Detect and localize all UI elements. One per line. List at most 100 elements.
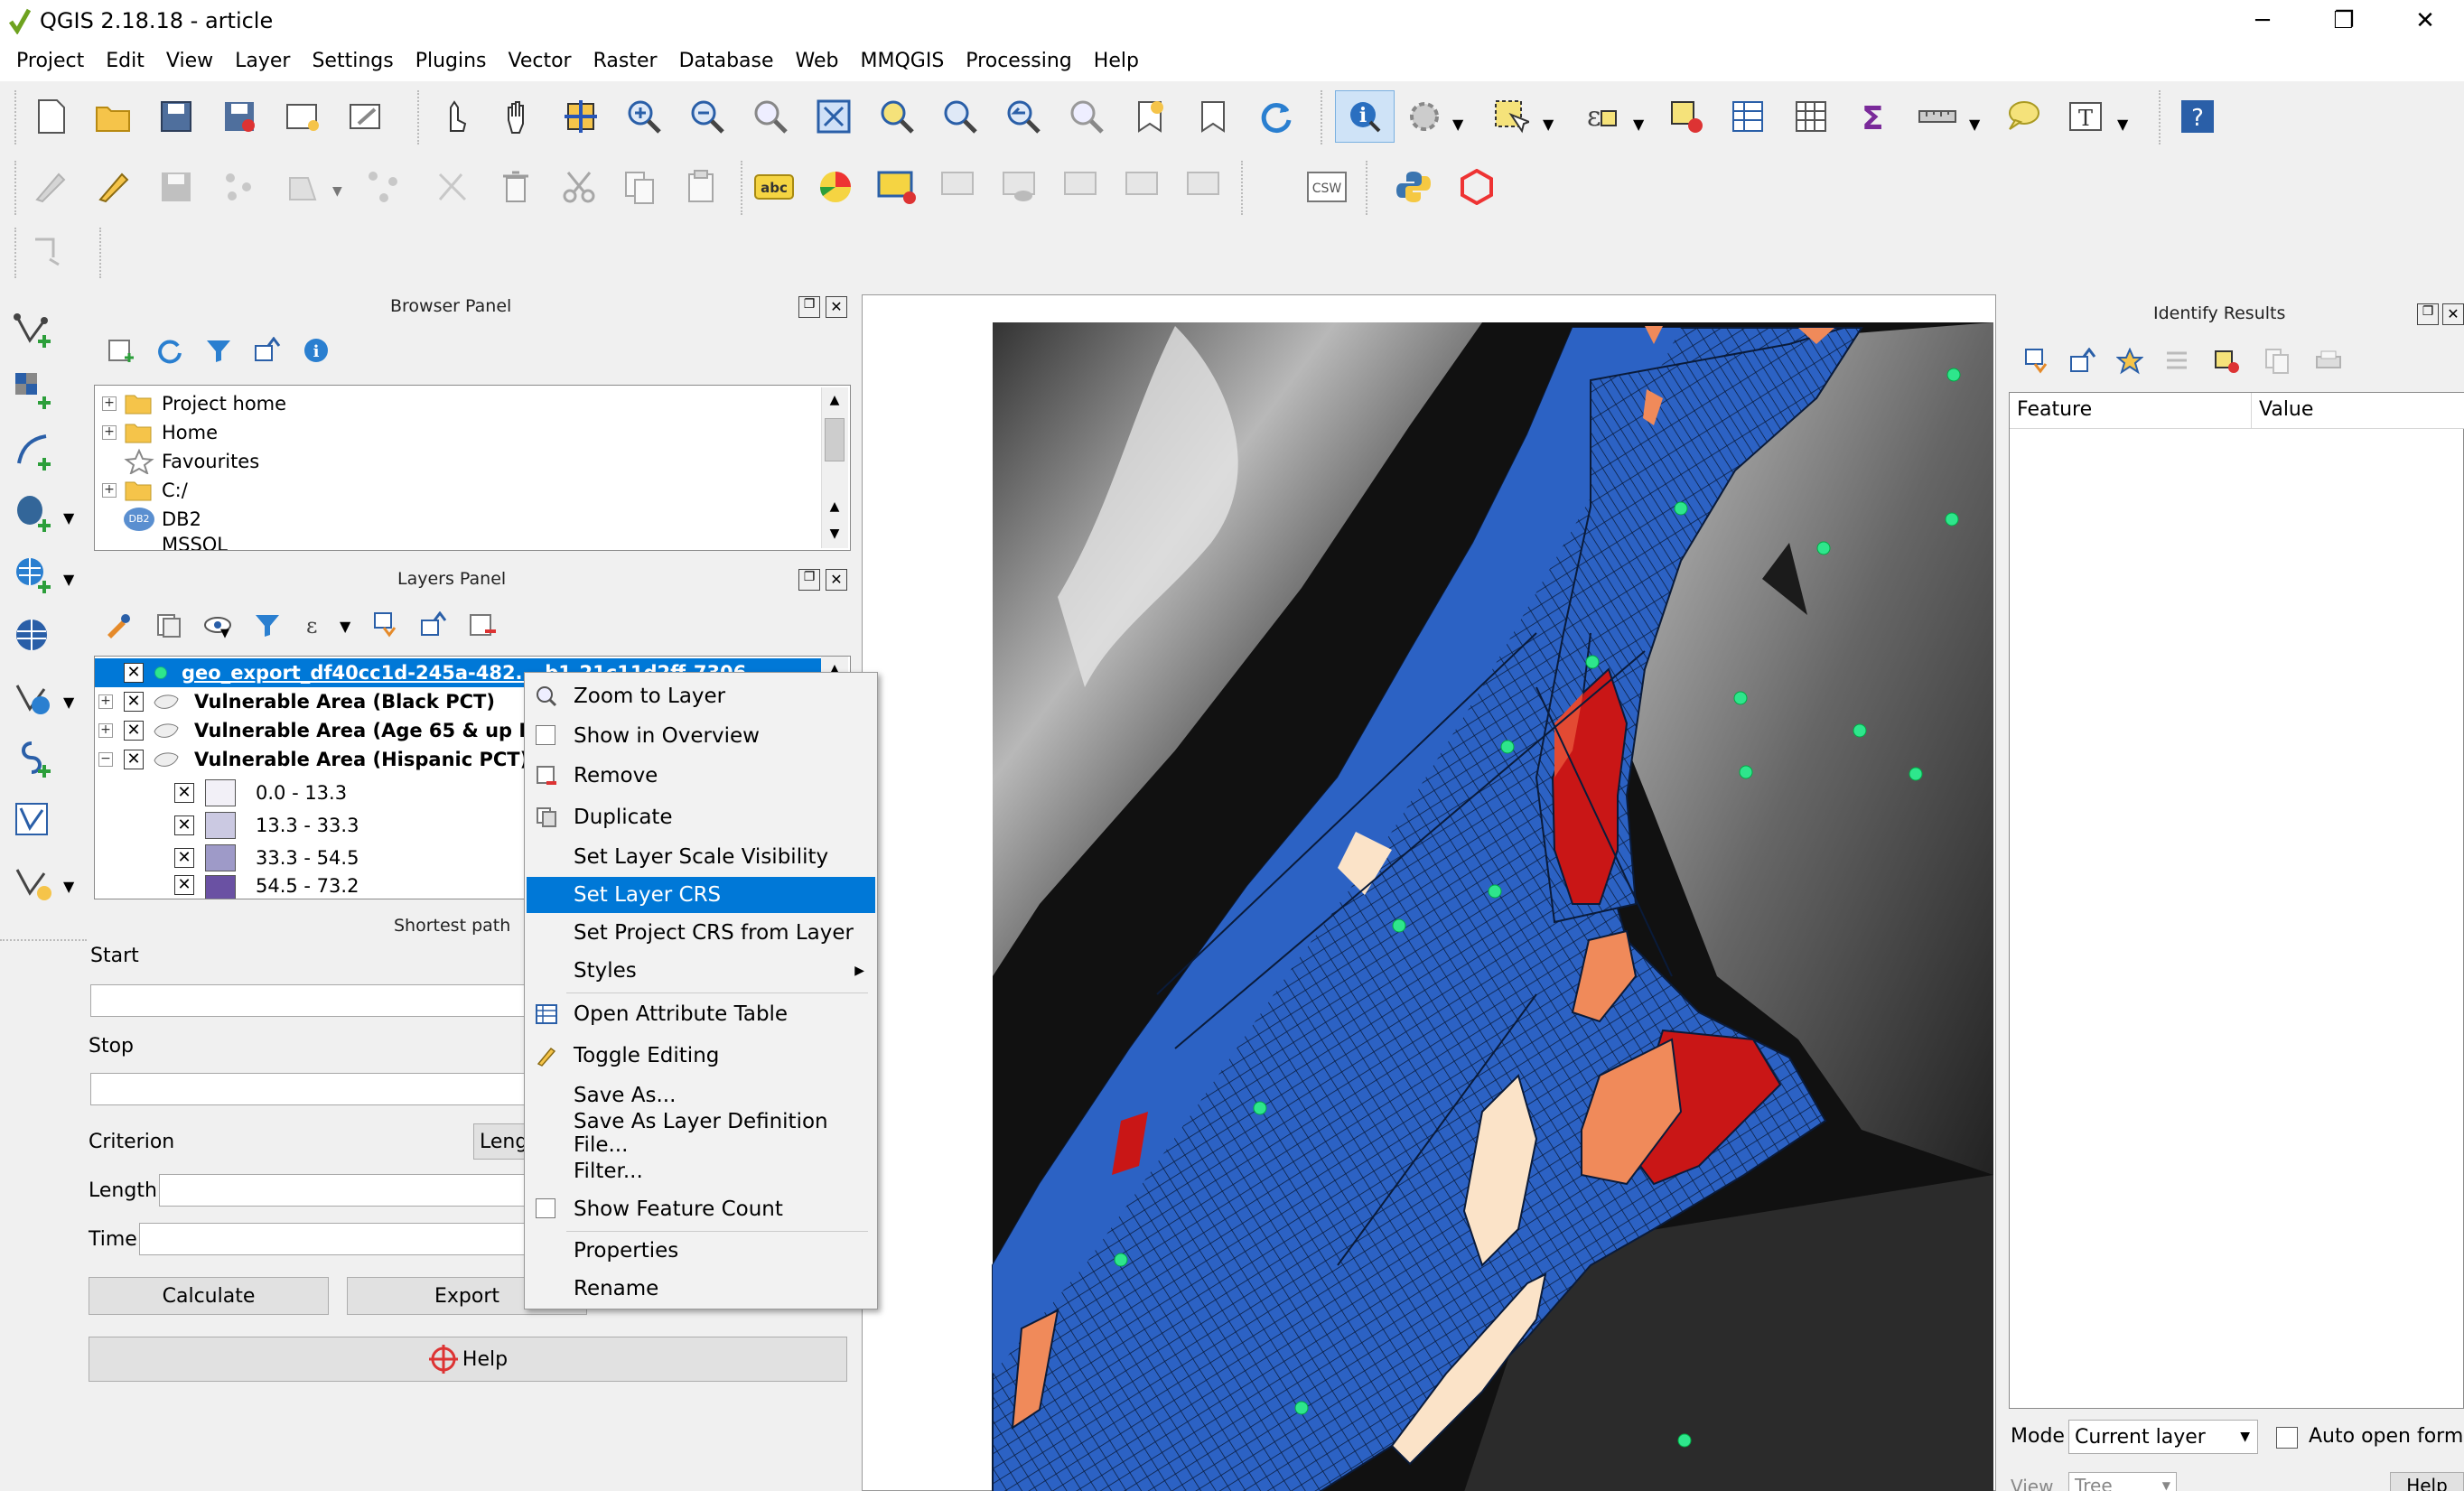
menu-item-save-layer-definition[interactable]: Save As Layer Definition File... <box>527 1110 875 1157</box>
manage-visibility-icon[interactable] <box>199 605 238 645</box>
legend-item[interactable]: ✕ 33.3 - 54.5 <box>174 843 359 873</box>
csw-icon[interactable]: CSW <box>1304 164 1349 210</box>
pan-to-selection-icon[interactable] <box>558 94 603 139</box>
show-hide-labels-icon[interactable] <box>997 164 1042 210</box>
zoom-full-icon[interactable] <box>811 94 856 139</box>
auto-open-form-checkbox[interactable] <box>2276 1427 2298 1449</box>
map-view[interactable] <box>863 295 1997 1491</box>
move-label-icon[interactable] <box>1059 164 1104 210</box>
chevron-down-icon[interactable]: ▼ <box>63 878 74 895</box>
rotate-label-icon[interactable] <box>1120 164 1165 210</box>
add-feature-icon[interactable] <box>217 164 262 210</box>
zoom-native-icon[interactable] <box>748 94 793 139</box>
identify-features-icon[interactable]: i <box>1335 90 1395 143</box>
feature-column-header[interactable]: Feature <box>2010 393 2252 429</box>
tree-item[interactable]: Favourites <box>102 447 259 476</box>
expand-icon[interactable]: + <box>102 396 117 411</box>
add-group-icon[interactable] <box>148 605 188 645</box>
menu-mmqgis[interactable]: MMQGIS <box>850 42 956 81</box>
chevron-down-icon[interactable]: ▼ <box>2117 116 2128 133</box>
select-features-icon[interactable] <box>1489 94 1534 139</box>
add-wms-layer-icon[interactable] <box>11 553 56 598</box>
statistics-icon[interactable] <box>1788 94 1834 139</box>
toggle-editing-icon[interactable] <box>90 164 135 210</box>
current-edits-icon[interactable] <box>27 164 72 210</box>
menu-item-rename[interactable]: Rename <box>527 1271 875 1307</box>
menu-database[interactable]: Database <box>668 42 785 81</box>
chevron-down-icon[interactable]: ▼ <box>1543 116 1554 133</box>
zoom-out-icon[interactable] <box>685 94 730 139</box>
zoom-to-selection-icon[interactable] <box>874 94 919 139</box>
menu-help[interactable]: Help <box>1083 42 1150 81</box>
menu-web[interactable]: Web <box>785 42 850 81</box>
clear-results-icon[interactable] <box>2157 341 2197 381</box>
mode-select[interactable]: Current layer ▼ <box>2068 1420 2258 1454</box>
highlight-pinned-labels-icon[interactable] <box>874 164 919 210</box>
close-button[interactable]: ✕ <box>2385 0 2464 42</box>
menu-item-set-scale-visibility[interactable]: Set Layer Scale Visibility <box>527 839 875 875</box>
tree-item[interactable]: + C:/ <box>102 476 188 505</box>
copy-features-icon[interactable] <box>618 164 663 210</box>
open-layer-styling-icon[interactable] <box>98 605 137 645</box>
menu-item-remove[interactable]: Remove <box>527 758 875 794</box>
highlight-features-icon[interactable] <box>2207 341 2247 381</box>
legend-item[interactable]: ✕ 54.5 - 73.2 <box>174 875 359 899</box>
menu-item-duplicate[interactable]: Duplicate <box>527 799 875 835</box>
select-by-expression-icon[interactable]: ε <box>1579 94 1624 139</box>
menu-edit[interactable]: Edit <box>95 42 155 81</box>
refresh-browser-icon[interactable] <box>150 331 190 370</box>
expand-icon[interactable]: + <box>98 723 113 738</box>
help-button[interactable]: Help <box>89 1337 847 1382</box>
text-annotation-icon[interactable]: T <box>2063 94 2108 139</box>
add-raster-layer-icon[interactable] <box>11 368 56 414</box>
whats-this-icon[interactable]: ? <box>2175 94 2220 139</box>
sum-icon[interactable]: Σ <box>1852 94 1897 139</box>
menu-settings[interactable]: Settings <box>301 42 404 81</box>
scroll-up-icon[interactable]: ▲ <box>822 494 847 519</box>
open-field-calculator-icon[interactable] <box>1725 94 1770 139</box>
menu-item-styles[interactable]: Styles ▶ <box>527 953 875 989</box>
refresh-icon[interactable] <box>1254 94 1299 139</box>
zoom-in-icon[interactable] <box>621 94 667 139</box>
collapse-all-layers-icon[interactable] <box>414 605 453 645</box>
menu-item-toggle-editing[interactable]: Toggle Editing <box>527 1038 875 1074</box>
add-delimited-text-icon[interactable] <box>11 430 56 475</box>
view-select[interactable]: Tree ▼ <box>2068 1472 2177 1491</box>
chevron-down-icon[interactable]: ▼ <box>63 694 74 711</box>
remove-layer-icon[interactable] <box>462 605 502 645</box>
menu-item-filter[interactable]: Filter... <box>527 1153 875 1189</box>
legend-item[interactable]: ✕ 0.0 - 13.3 <box>174 778 347 808</box>
add-selected-layers-icon[interactable] <box>101 331 141 370</box>
new-bookmark-icon[interactable] <box>1127 94 1172 139</box>
add-wfs-layer-icon[interactable] <box>11 676 56 721</box>
collapse-icon[interactable]: − <box>98 752 113 767</box>
tree-item[interactable]: + Project home <box>102 389 286 418</box>
zoom-to-layer-icon[interactable] <box>938 94 983 139</box>
menu-layer[interactable]: Layer <box>224 42 301 81</box>
layer-visibility-checkbox[interactable]: ✕ <box>124 692 144 712</box>
start-point-field[interactable] <box>90 984 542 1017</box>
label-toolbar-icon[interactable]: abc <box>751 164 797 210</box>
float-panel-icon[interactable]: ❐ <box>2417 303 2439 325</box>
layer-visibility-checkbox[interactable]: ✕ <box>124 663 144 683</box>
chevron-down-icon[interactable]: ▼ <box>1969 116 1980 133</box>
identify-help-button[interactable]: Help <box>2390 1472 2464 1491</box>
filter-legend-expression-icon[interactable]: ε <box>296 605 336 645</box>
menu-item-zoom-to-layer[interactable]: Zoom to Layer <box>527 678 875 714</box>
menu-item-properties[interactable]: Properties <box>527 1233 875 1269</box>
run-feature-action-icon[interactable] <box>1402 94 1447 139</box>
expand-icon[interactable]: + <box>102 425 117 440</box>
new-print-composer-icon[interactable] <box>280 94 325 139</box>
chevron-down-icon[interactable]: ▼ <box>220 627 229 640</box>
show-bookmarks-icon[interactable] <box>1190 94 1236 139</box>
time-field[interactable] <box>139 1223 542 1255</box>
expand-all-icon[interactable] <box>365 605 405 645</box>
map-tips-icon[interactable] <box>2000 94 2045 139</box>
pin-labels-icon[interactable] <box>936 164 981 210</box>
save-project-icon[interactable] <box>154 94 199 139</box>
menu-item-save-as[interactable]: Save As... <box>527 1077 875 1114</box>
checkbox-icon[interactable] <box>536 1198 555 1218</box>
filter-browser-icon[interactable] <box>199 331 238 370</box>
browser-scrollbar[interactable]: ▲ ▲ ▼ <box>821 387 848 548</box>
new-project-icon[interactable] <box>29 94 74 139</box>
